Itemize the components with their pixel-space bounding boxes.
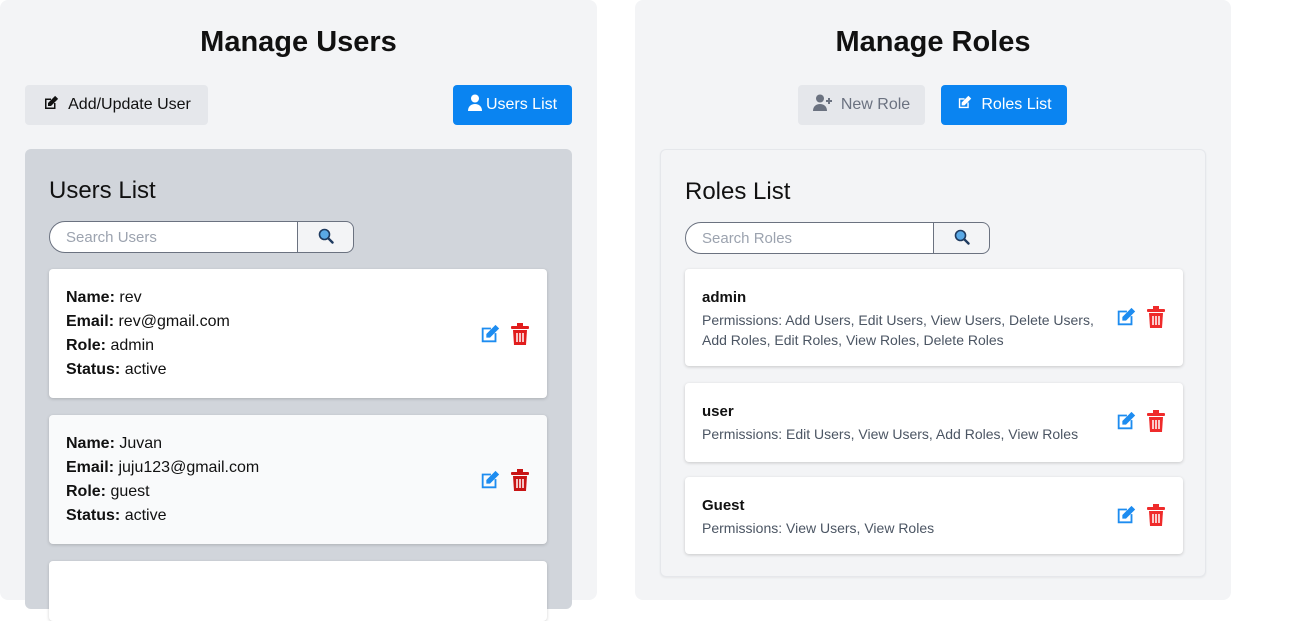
users-list-button-label: Users List: [485, 96, 558, 113]
role-list-item: admin Permissions: Add Users, Edit Users…: [685, 269, 1183, 366]
edit-square-icon: [42, 94, 60, 117]
roles-search-input[interactable]: [685, 222, 934, 254]
trash-icon[interactable]: [1147, 504, 1165, 526]
roles-list-button[interactable]: Roles List: [941, 85, 1067, 125]
email-label: Email:: [66, 459, 115, 476]
users-search-bar: [49, 221, 354, 253]
add-update-user-label: Add/Update User: [68, 96, 191, 113]
users-search-input[interactable]: [49, 221, 298, 253]
role-permissions: Permissions: View Users, View Roles: [702, 520, 935, 536]
user-email: rev@gmail.com: [118, 313, 230, 330]
status-label: Status:: [66, 507, 121, 524]
user-role: admin: [110, 337, 155, 354]
name-label: Name:: [66, 289, 115, 306]
user-email: juju123@gmail.com: [118, 459, 260, 476]
role-label: Role:: [66, 483, 106, 500]
roles-list-title: Roles List: [685, 178, 791, 205]
edit-square-icon[interactable]: [1115, 306, 1137, 328]
roles-search-button[interactable]: [934, 222, 990, 254]
user-icon: [467, 94, 482, 116]
trash-icon[interactable]: [511, 323, 529, 345]
edit-square-icon[interactable]: [479, 469, 501, 491]
edit-square-icon[interactable]: [479, 323, 501, 345]
user-role: guest: [110, 483, 150, 500]
role-name: Guest: [702, 497, 745, 514]
users-list-button[interactable]: Users List: [453, 85, 572, 125]
new-role-label: New Role: [840, 96, 911, 113]
users-list-title: Users List: [49, 177, 156, 204]
user-list-item: Name: Juvan Email: juju123@gmail.com Rol…: [49, 415, 547, 544]
user-name: Juvan: [119, 435, 163, 452]
roles-list-card: Roles List admin Permissions: Add Users,…: [660, 149, 1206, 577]
user-list-item: Name: rev Email: rev@gmail.com Role: adm…: [49, 269, 547, 398]
role-list-item: Guest Permissions: View Users, View Role…: [685, 477, 1183, 554]
role-name: user: [702, 403, 734, 420]
role-name: admin: [702, 289, 747, 306]
search-icon: [318, 228, 334, 247]
trash-icon[interactable]: [1147, 410, 1165, 432]
trash-icon[interactable]: [511, 469, 529, 491]
search-icon: [954, 229, 970, 248]
user-name: rev: [119, 289, 142, 306]
roles-panel: Manage Roles New Role Roles List Roles L…: [635, 0, 1231, 600]
roles-list-button-label: Roles List: [981, 96, 1052, 113]
roles-panel-title: Manage Roles: [835, 26, 1031, 58]
user-status: active: [124, 361, 167, 378]
users-search-button[interactable]: [298, 221, 354, 253]
users-panel-title: Manage Users: [200, 26, 397, 58]
add-update-user-button[interactable]: Add/Update User: [25, 85, 208, 125]
role-list-item: user Permissions: Edit Users, View Users…: [685, 383, 1183, 462]
role-permissions: Permissions: Edit Users, View Users, Add…: [702, 426, 1079, 442]
user-status: active: [124, 507, 167, 524]
email-label: Email:: [66, 313, 115, 330]
user-plus-icon: [812, 94, 833, 116]
user-list-item: [49, 561, 547, 621]
new-role-button[interactable]: New Role: [798, 85, 925, 125]
edit-square-icon[interactable]: [1115, 504, 1137, 526]
role-label: Role:: [66, 337, 106, 354]
users-panel: Manage Users Add/Update User Users List …: [0, 0, 597, 621]
name-label: Name:: [66, 435, 115, 452]
role-permissions: Permissions: Add Users, Edit Users, View…: [702, 312, 1094, 348]
edit-square-icon[interactable]: [1115, 410, 1137, 432]
edit-square-icon: [956, 94, 973, 116]
trash-icon[interactable]: [1147, 306, 1165, 328]
status-label: Status:: [66, 361, 121, 378]
users-list-card: Users List Name: rev Email: rev@gmail.co…: [25, 149, 572, 621]
roles-search-bar: [685, 222, 990, 254]
